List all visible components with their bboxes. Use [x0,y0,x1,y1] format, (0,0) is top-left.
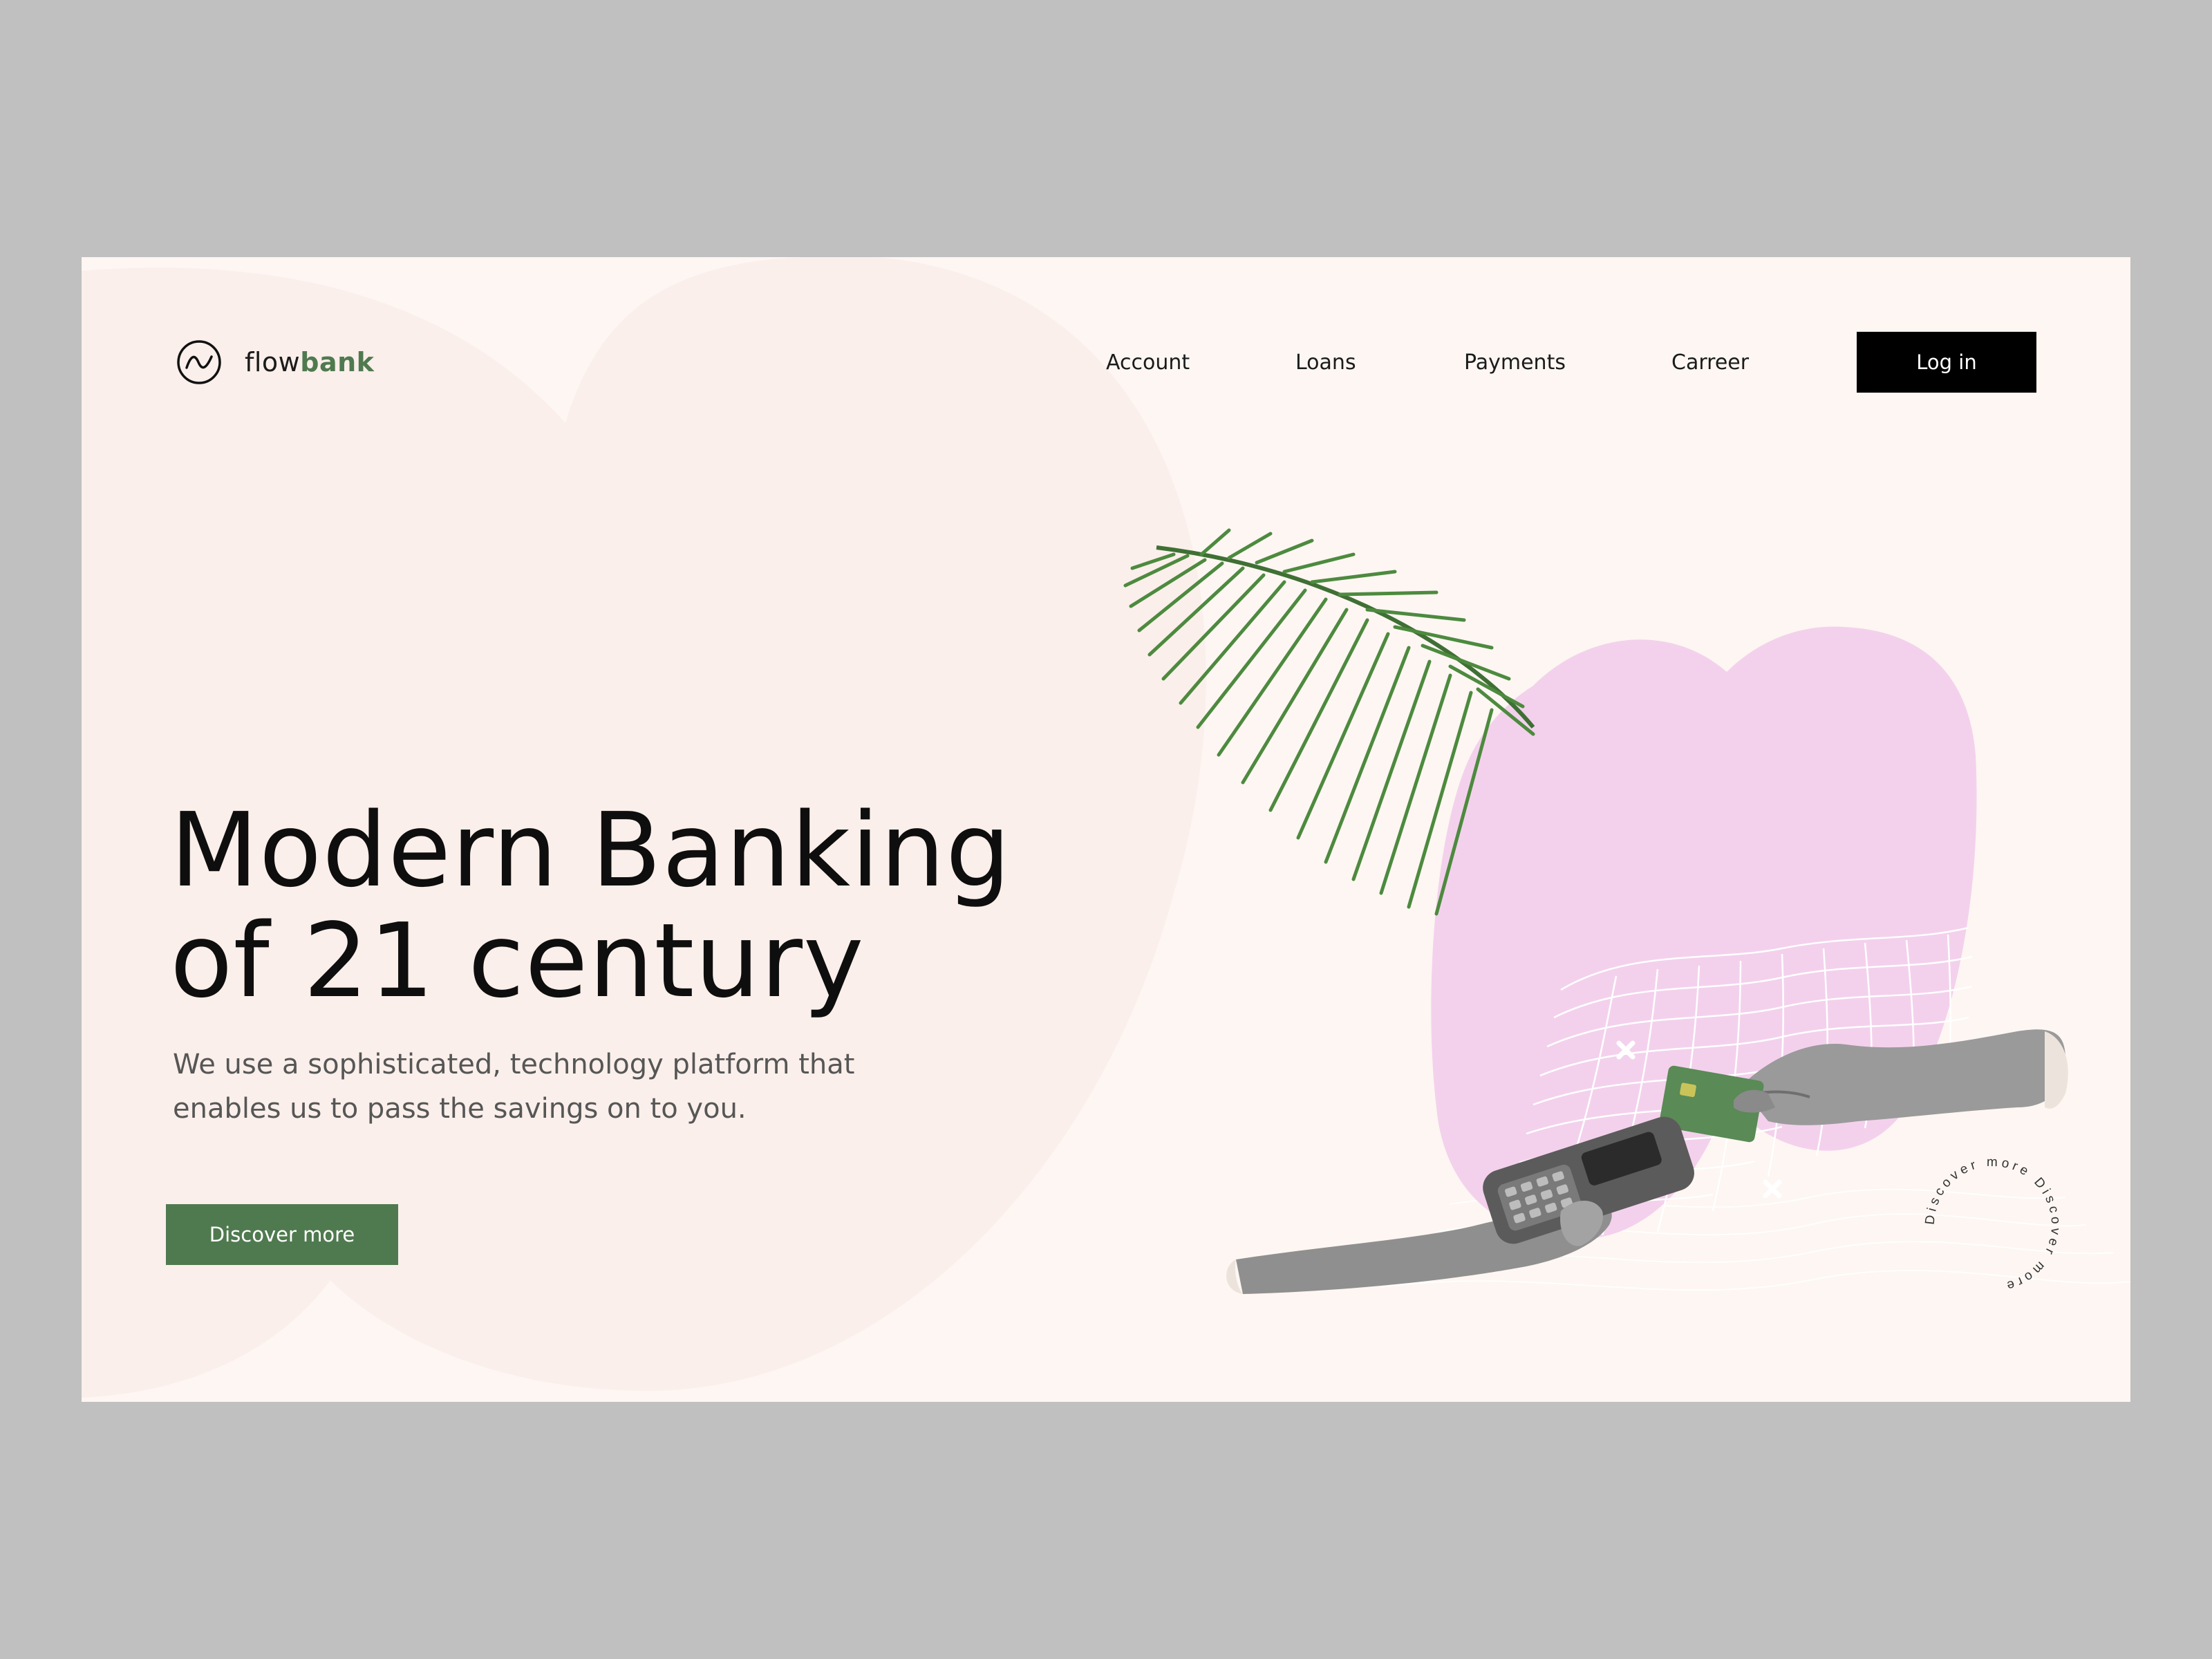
circular-badge-text: Discover more Discover more [1923,1155,2063,1294]
hero-title: Modern Banking of 21 century [170,795,1152,1016]
nav-link-carreer[interactable]: Carreer [1671,350,1749,375]
close-icon [1763,1179,1782,1199]
hero-title-line-2: of 21 century [170,901,865,1020]
brand-name: flowbank [245,347,374,377]
nav-link-loans[interactable]: Loans [1295,350,1356,375]
brand-name-suffix: bank [300,347,375,377]
circular-badge-text-path: Discover more Discover more [1923,1155,2060,1294]
hero-subtitle-line-2: enables us to pass the savings on to you… [173,1093,747,1125]
login-button[interactable]: Log in [1857,332,2036,393]
nav-link-payments[interactable]: Payments [1464,350,1566,375]
brand-logo[interactable]: flowbank [176,339,374,386]
nav-link-account[interactable]: Account [1106,350,1190,375]
hero-subtitle-line-1: We use a sophisticated, technology platf… [173,1049,855,1080]
brand-name-prefix: flow [245,347,301,377]
hero-subtitle: We use a sophisticated, technology platf… [173,1042,933,1131]
discover-more-circular-badge[interactable]: Discover more Discover more [1913,1145,2072,1304]
landing-page: flowbank Account Loans Payments Carreer … [82,257,2130,1402]
hero-title-line-1: Modern Banking [170,791,1011,910]
wave-circle-icon [177,340,221,384]
discover-more-button[interactable]: Discover more [166,1204,398,1265]
